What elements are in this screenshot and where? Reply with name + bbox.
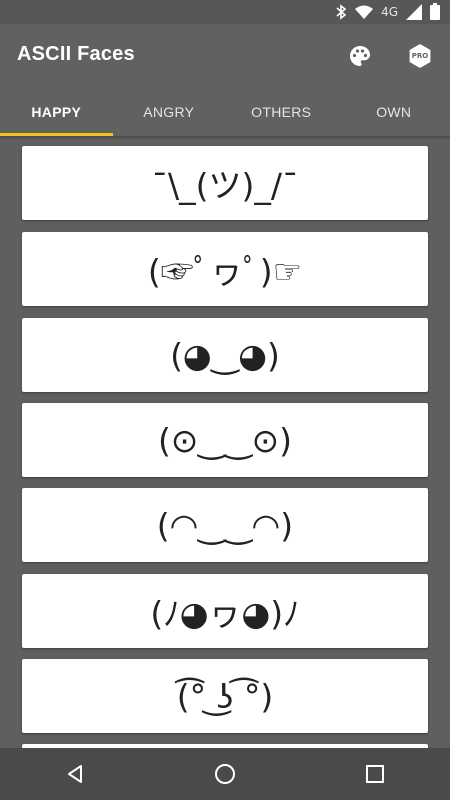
- status-bar: 4G: [0, 0, 450, 24]
- tab-angry[interactable]: ANGRY: [113, 88, 226, 136]
- signal-icon: [406, 3, 422, 20]
- tab-label: OWN: [376, 104, 412, 120]
- face-card-smile[interactable]: (◕‿◕): [22, 318, 428, 392]
- tab-happy[interactable]: HAPPY: [0, 88, 113, 136]
- theme-button[interactable]: [346, 42, 374, 70]
- tab-label: HAPPY: [31, 104, 82, 120]
- recents-button[interactable]: [355, 754, 395, 794]
- battery-icon: [430, 3, 440, 20]
- back-icon: [68, 765, 82, 783]
- face-card-shrug[interactable]: ¯\_(ツ)_/¯: [22, 146, 428, 220]
- face-card-cheer[interactable]: (ﾉ◕ヮ◕)ﾉ: [22, 574, 428, 648]
- palette-icon: [350, 46, 370, 66]
- wifi-icon: [355, 5, 374, 19]
- face-card-happy-eyes[interactable]: (◠‿‿◠): [22, 488, 428, 562]
- home-button[interactable]: [205, 754, 245, 794]
- home-icon: [215, 764, 235, 784]
- recents-icon: [366, 765, 384, 783]
- tab-others[interactable]: OTHERS: [225, 88, 338, 136]
- face-card-pointing[interactable]: (☞ﾟヮﾟ)☞: [22, 232, 428, 306]
- tab-label: OTHERS: [251, 104, 312, 120]
- tab-label: ANGRY: [143, 104, 195, 120]
- bluetooth-icon: [336, 3, 347, 20]
- face-card-wide-eyes[interactable]: (⊙‿‿⊙): [22, 403, 428, 477]
- pro-button[interactable]: PRO: [406, 42, 434, 70]
- network-type-label: 4G: [381, 4, 398, 19]
- tab-own[interactable]: OWN: [338, 88, 450, 136]
- app-bar: ASCII Faces PRO: [0, 24, 450, 88]
- app-title: ASCII Faces: [17, 43, 135, 65]
- back-button[interactable]: [55, 754, 95, 794]
- navigation-bar: [0, 748, 450, 800]
- face-card-lenny[interactable]: (͡° ͜ʖ ͡°): [22, 659, 428, 733]
- pro-label: PRO: [411, 52, 429, 60]
- face-list[interactable]: ¯\_(ツ)_/¯ (☞ﾟヮﾟ)☞ (◕‿◕) (⊙‿‿⊙) (◠‿‿◠) (ﾉ…: [0, 140, 450, 748]
- category-tabs: HAPPY ANGRY OTHERS OWN: [0, 88, 450, 136]
